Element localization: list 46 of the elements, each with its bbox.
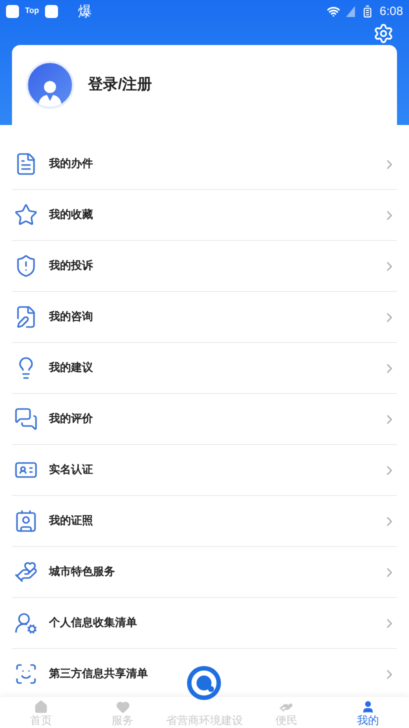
hand-heart-icon	[14, 560, 38, 584]
star-icon	[14, 203, 38, 227]
menu-label: 我的咨询	[49, 310, 94, 325]
user-info-icon	[14, 611, 38, 635]
logo-icon[interactable]	[186, 665, 222, 701]
chat-bubbles-icon	[14, 407, 38, 431]
menu-item[interactable]: 我的评价	[12, 394, 397, 445]
menu-label: 实名认证	[49, 462, 94, 478]
shield-alert-icon	[14, 254, 38, 278]
notification-icon	[6, 4, 19, 18]
menu-label: 城市特色服务	[49, 564, 116, 580]
menu-item[interactable]: 我的建议	[12, 343, 397, 394]
person-silhouette-icon	[37, 79, 63, 107]
menu-label: 我的证照	[49, 514, 94, 529]
contact-card-icon	[14, 509, 38, 533]
menu-item[interactable]: 我的收藏	[12, 190, 397, 241]
user-scan-icon	[14, 662, 38, 686]
menu-label: 我的评价	[49, 412, 94, 427]
menu-label: 第三方信息共享清单	[49, 666, 149, 682]
menu-item[interactable]: 我的投诉	[12, 241, 397, 292]
menu-label: 我的收藏	[49, 208, 94, 223]
menu-item[interactable]: 城市特色服务	[12, 547, 397, 598]
no-signal-icon	[346, 6, 355, 16]
menu-label: 我的建议	[49, 360, 94, 376]
document-pen-icon	[14, 305, 38, 329]
menu-item[interactable]: 我的证照	[12, 496, 397, 547]
status-text: Top	[25, 5, 40, 17]
heart-icon	[116, 700, 130, 714]
settings-icon[interactable]	[373, 23, 394, 44]
wifi-icon	[326, 4, 340, 18]
menu-item[interactable]: 个人信息收集清单	[12, 598, 397, 649]
menu-item[interactable]: 我的咨询	[12, 292, 397, 343]
notification-icon	[45, 4, 58, 18]
menu-label: 个人信息收集清单	[49, 616, 138, 631]
menu-label: 我的投诉	[49, 258, 94, 274]
status-glyph: 爆	[78, 2, 92, 20]
login-register-link[interactable]: 登录/注册	[88, 74, 152, 96]
clock: 6:08	[380, 3, 403, 20]
menu-item[interactable]: 我的办件	[12, 139, 397, 190]
home-icon	[34, 700, 48, 714]
battery-icon	[360, 4, 374, 18]
document-icon	[14, 152, 38, 176]
menu-label: 我的办件	[49, 156, 94, 172]
user-icon	[361, 700, 376, 714]
tab[interactable]: 我的	[327, 697, 409, 728]
menu-item[interactable]: 实名认证	[12, 445, 397, 496]
